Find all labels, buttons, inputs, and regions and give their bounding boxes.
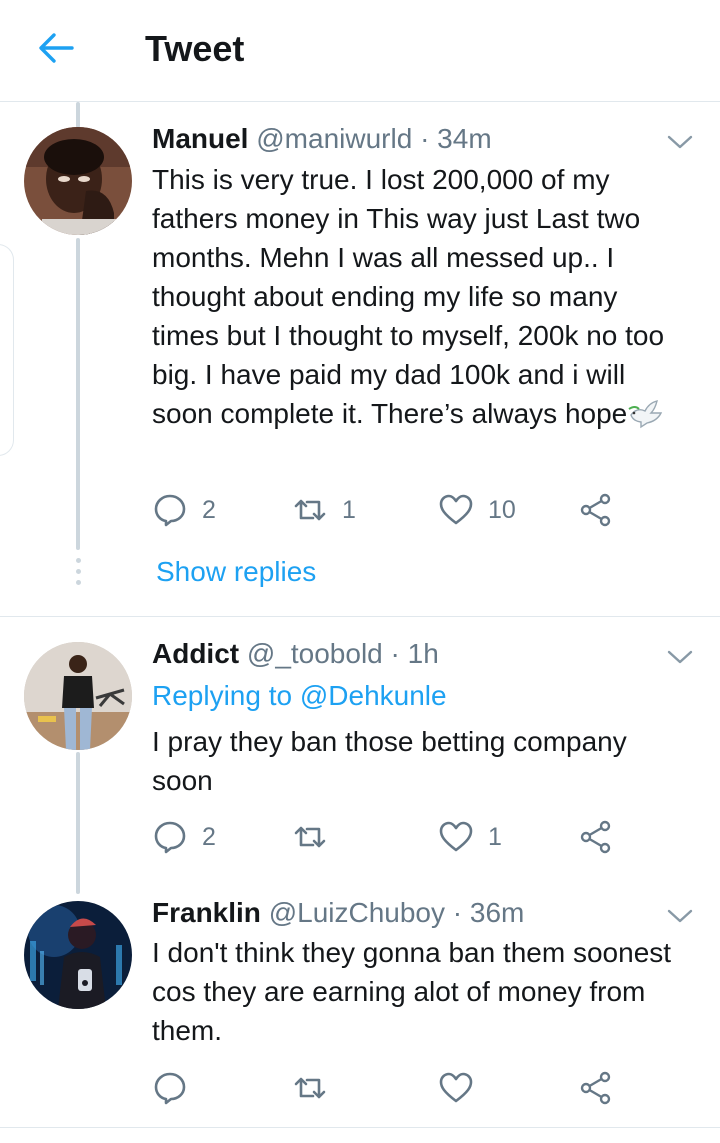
tweet-actions: 2 1 10 — [152, 490, 622, 530]
avatar[interactable] — [24, 642, 132, 750]
display-name[interactable]: Addict — [152, 638, 239, 669]
share-button[interactable] — [578, 1068, 614, 1108]
chevron-down-icon[interactable] — [666, 647, 694, 667]
share-icon — [580, 1071, 611, 1105]
user-handle[interactable]: @_toobold — [247, 638, 383, 669]
reply-count: 2 — [202, 822, 216, 851]
replying-to-handle[interactable]: @Dehkunle — [300, 680, 447, 711]
heart-icon — [439, 821, 473, 852]
like-count: 1 — [488, 822, 502, 851]
tweet-text: I don't think they gonna ban them soones… — [152, 937, 672, 1046]
user-handle[interactable]: @maniwurld — [256, 123, 412, 154]
tweet[interactable]: Franklin @LuizChuboy · 36m I don't think… — [0, 887, 720, 1127]
chevron-down-icon[interactable] — [666, 132, 694, 152]
show-replies-link[interactable]: Show replies — [156, 556, 316, 588]
avatar[interactable] — [24, 127, 132, 235]
avatar[interactable] — [24, 901, 132, 1009]
like-button[interactable] — [438, 1068, 488, 1108]
share-button[interactable] — [578, 490, 614, 530]
separator-dot: · — [452, 897, 463, 928]
tweet-meta: Addict @_toobold · 1h — [152, 637, 439, 671]
user-handle[interactable]: @LuizChuboy — [269, 897, 445, 928]
share-icon — [580, 493, 611, 527]
tweet-text-content: This is very true. I lost 200,000 of my … — [152, 164, 665, 429]
separator-dot: · — [390, 638, 400, 669]
display-name[interactable]: Franklin — [152, 897, 261, 928]
tweet[interactable]: Manuel @maniwurld · 34m This is very tru… — [0, 0, 720, 616]
share-button[interactable] — [578, 817, 614, 857]
separator-dot: · — [420, 123, 430, 154]
heart-icon — [439, 1072, 473, 1103]
display-name[interactable]: Manuel — [152, 123, 248, 154]
reply-button[interactable]: 2 — [152, 817, 216, 857]
tweet-actions: 2 1 — [152, 817, 622, 857]
like-button[interactable]: 1 — [438, 817, 502, 857]
reply-icon — [154, 1072, 186, 1105]
heart-icon — [439, 494, 473, 525]
tweet[interactable]: Addict @_toobold · 1h Replying to @Dehku… — [0, 617, 720, 887]
reply-icon — [154, 494, 186, 527]
reply-count: 2 — [202, 495, 216, 524]
timestamp: 1h — [407, 638, 439, 669]
reply-button[interactable]: 2 — [152, 490, 216, 530]
reply-button[interactable] — [152, 1068, 202, 1108]
retweet-button[interactable] — [292, 1068, 342, 1108]
timestamp: 36m — [469, 897, 525, 928]
tweet-text: This is very true. I lost 200,000 of my … — [152, 160, 692, 433]
retweet-icon — [294, 826, 326, 848]
retweet-count: 1 — [342, 495, 356, 524]
replying-to: Replying to @Dehkunle — [152, 679, 447, 713]
tweet-meta: Franklin @LuizChuboy · 36m — [152, 896, 524, 930]
chevron-down-icon[interactable] — [666, 906, 694, 926]
dove-of-peace-icon — [627, 399, 665, 429]
reply-icon — [154, 821, 186, 854]
like-button[interactable]: 10 — [438, 490, 516, 530]
tweet-actions — [152, 1068, 622, 1108]
replying-to-label: Replying to — [152, 680, 293, 711]
retweet-button[interactable]: 1 — [292, 490, 356, 530]
tweet-meta: Manuel @maniwurld · 34m — [152, 122, 492, 156]
retweet-icon — [294, 499, 326, 521]
retweet-icon — [294, 1077, 326, 1099]
timestamp: 34m — [437, 123, 492, 154]
like-count: 10 — [488, 495, 516, 524]
retweet-button[interactable] — [292, 817, 342, 857]
tweet-text: I pray they ban those betting company so… — [152, 726, 627, 796]
share-icon — [580, 820, 611, 854]
divider — [0, 1127, 720, 1128]
